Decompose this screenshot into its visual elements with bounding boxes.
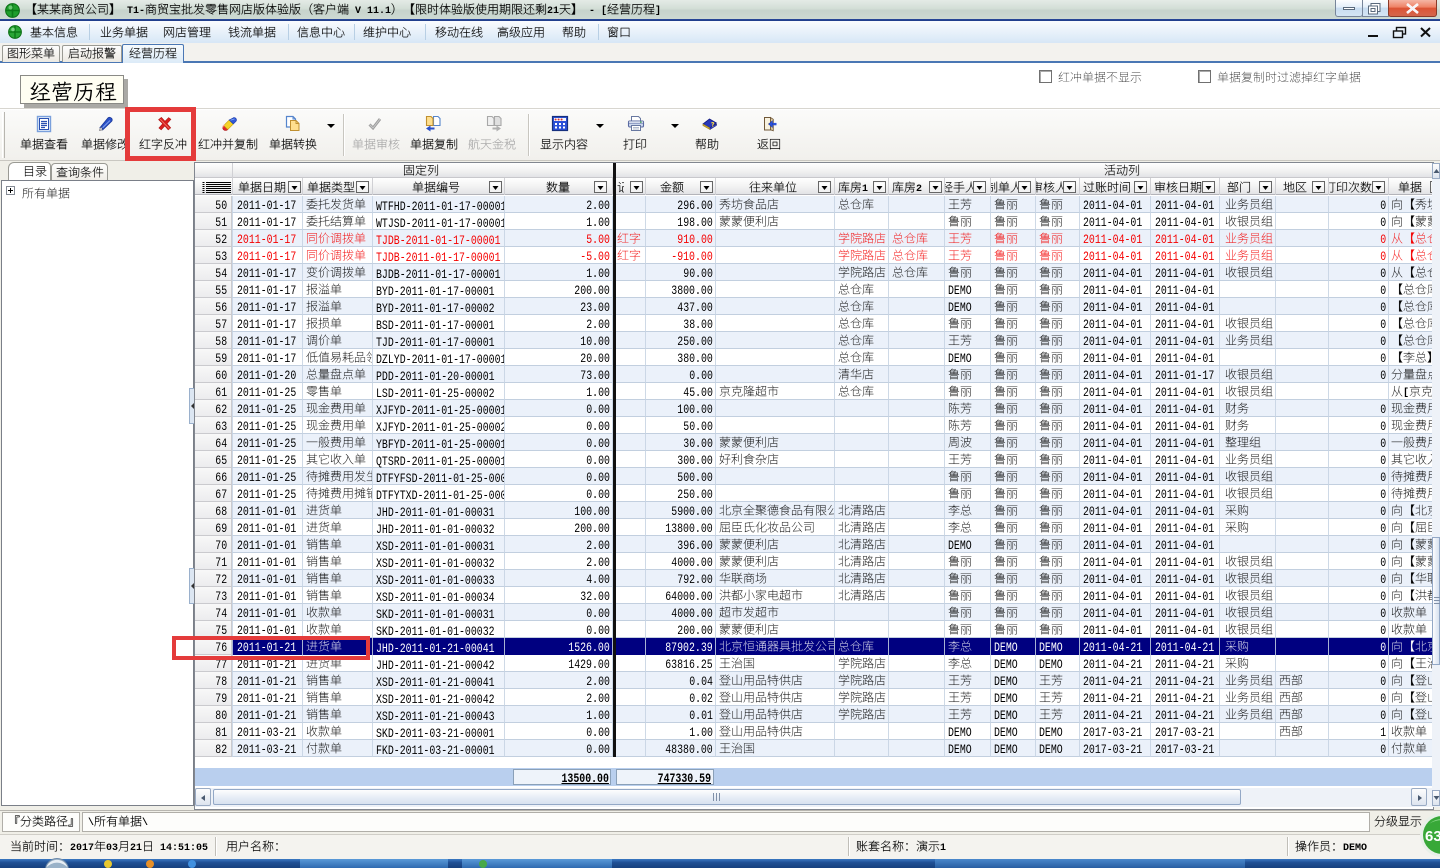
svg-text:V: V: [355, 6, 362, 17]
svg-text:\: \: [142, 817, 148, 829]
svg-text:2017: 2017: [70, 843, 94, 854]
svg-text:T1-: T1-: [127, 6, 145, 17]
svg-text:1: 1: [940, 843, 946, 854]
svg-text:[: [: [1403, 387, 1409, 399]
svg-text:21: 21: [130, 843, 142, 854]
svg-text:]: ]: [655, 5, 661, 17]
svg-text:2: 2: [916, 184, 922, 195]
svg-text:63: 63: [1425, 828, 1440, 845]
svg-text:14:51:05: 14:51:05: [160, 843, 208, 854]
svg-text:03: 03: [106, 843, 118, 854]
svg-text:-: -: [589, 6, 595, 17]
svg-text:[: [: [601, 5, 607, 17]
svg-text:21: 21: [547, 6, 559, 17]
svg-text:DEMO: DEMO: [1343, 843, 1367, 854]
svg-text:\: \: [88, 817, 94, 829]
svg-text:1: 1: [862, 184, 868, 195]
svg-text:11.1: 11.1: [367, 6, 391, 17]
